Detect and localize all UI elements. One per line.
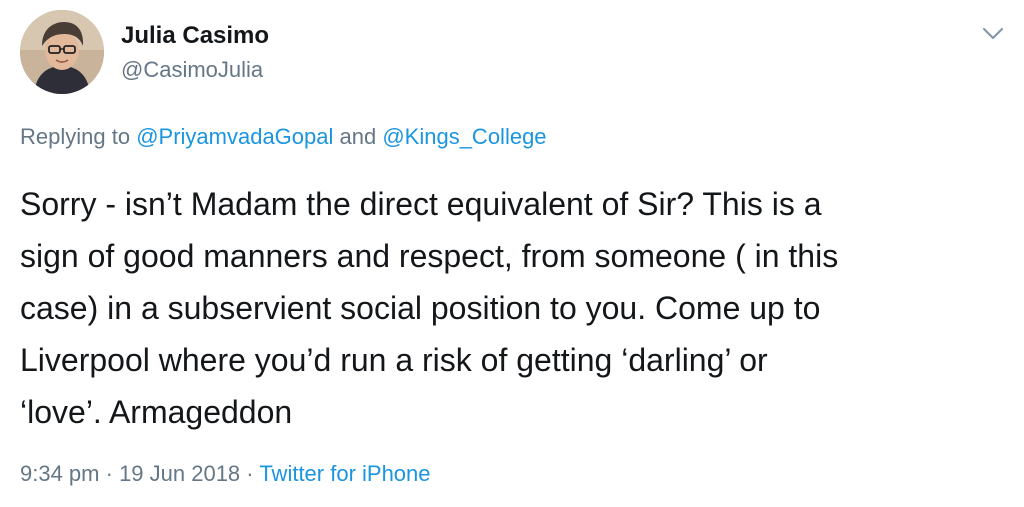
avatar[interactable] [20,10,104,94]
replying-to-prefix: Replying to [20,124,137,149]
mention-link-priyamvadagopal[interactable]: @PriyamvadaGopal [136,124,333,149]
author-handle[interactable]: @CasimoJulia [121,57,263,83]
author-display-name[interactable]: Julia Casimo [121,22,269,50]
mention-link-kings-college[interactable]: @Kings_College [382,124,546,149]
tweet-text: Sorry - isn’t Madam the direct equivalen… [20,186,839,430]
tweet-date[interactable]: 19 Jun 2018 [119,461,240,486]
avatar-photo [20,10,104,94]
meta-separator: · [99,461,120,486]
tweet-time[interactable]: 9:34 pm [20,461,100,486]
meta-separator: · [240,461,260,486]
replying-to-line: Replying to @PriyamvadaGopal and @Kings_… [20,124,547,150]
tweet-meta: 9:34 pm · 19 Jun 2018 · Twitter for iPho… [20,461,431,487]
chevron-down-icon[interactable] [980,22,1006,44]
tweet-source-link[interactable]: Twitter for iPhone [259,461,430,486]
replying-to-conjunction: and [333,124,383,149]
tweet-card: Julia Casimo @CasimoJulia Replying to @P… [0,0,1024,507]
